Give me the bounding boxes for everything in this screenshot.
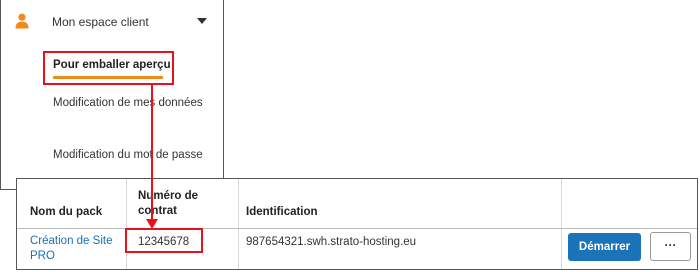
caret-down-icon[interactable]: [197, 18, 207, 24]
sidebar-item-label: Modification de mes données: [53, 97, 203, 109]
packs-table: Nom du pack Numéro de contrat Identifica…: [16, 178, 698, 270]
column-divider: [126, 179, 127, 269]
annotation-highlight-contract: [125, 228, 203, 253]
column-divider: [561, 179, 562, 269]
annotation-highlight-menu: [43, 51, 174, 85]
column-header-contract: Numéro de contrat: [138, 190, 199, 217]
sidebar-item-change-password[interactable]: Modification du mot de passe: [53, 148, 213, 163]
account-menu-title: Mon espace client: [52, 15, 149, 29]
account-sidebar: Mon espace client Pour emballer aperçu M…: [0, 0, 224, 190]
column-header-pack: Nom du pack: [30, 206, 103, 218]
more-options-button[interactable]: ···: [650, 232, 691, 261]
start-button[interactable]: Démarrer: [568, 233, 641, 261]
sidebar-item-edit-data[interactable]: Modification de mes données: [53, 96, 213, 111]
identification-value: 987654321.swh.strato-hosting.eu: [246, 236, 417, 248]
account-menu-header[interactable]: Mon espace client: [1, 0, 223, 44]
header-divider: [17, 228, 697, 229]
pack-name-link[interactable]: Création de Site PRO: [30, 234, 120, 264]
column-header-identification: Identification: [246, 206, 318, 218]
column-divider: [238, 179, 239, 269]
sidebar-item-label: Modification du mot de passe: [53, 149, 203, 161]
user-icon: [15, 13, 29, 29]
